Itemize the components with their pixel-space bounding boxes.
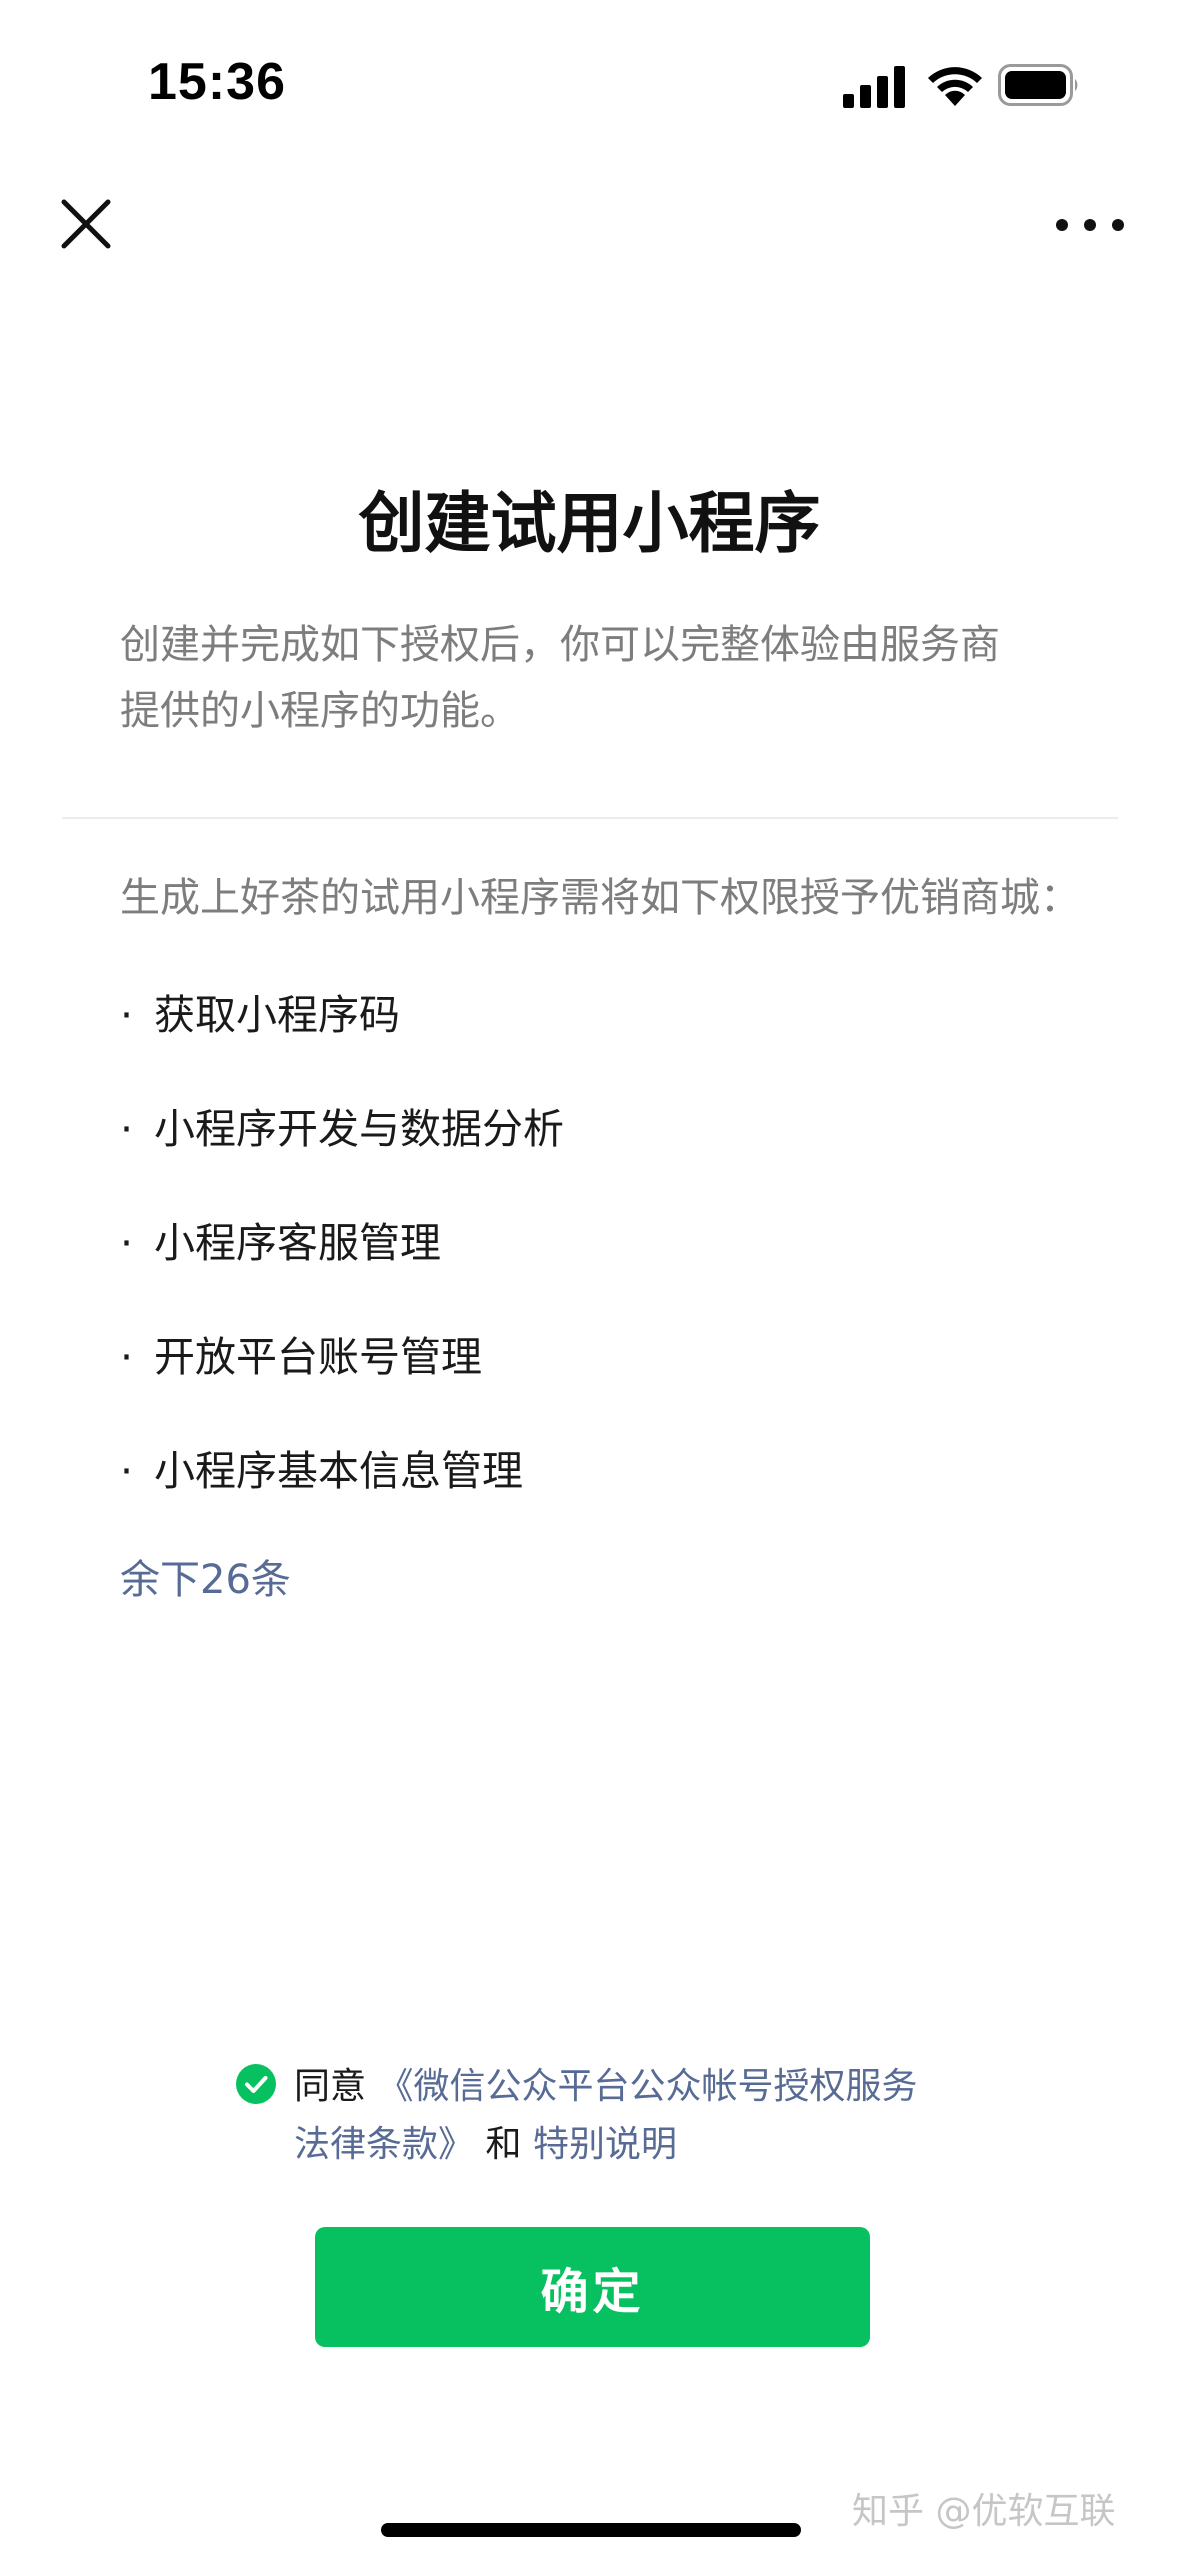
more-icon[interactable]: [1050, 200, 1130, 250]
permission-item: · 开放平台账号管理: [120, 1327, 1080, 1441]
intro-line: 提供的小程序的功能。: [120, 688, 520, 734]
wifi-icon: [928, 67, 982, 106]
close-icon[interactable]: [52, 190, 120, 258]
permission-label: 获取小程序码: [154, 991, 400, 1039]
agreement-line: 法律条款》 和 特别说明: [294, 2116, 994, 2174]
terms-link[interactable]: 法律条款》: [294, 2124, 474, 2165]
permission-label: 开放平台账号管理: [154, 1333, 482, 1381]
permission-intro: 生成上好茶的试用小程序需将如下权限授予优销商城：: [120, 875, 1080, 921]
agreement-line: 同意 《微信公众平台公众帐号授权服务: [294, 2058, 994, 2116]
agree-prefix: 同意: [294, 2066, 367, 2107]
divider: [62, 817, 1118, 819]
agree-joiner: 和: [485, 2124, 522, 2165]
agreement-text: 同意 《微信公众平台公众帐号授权服务 法律条款》 和 特别说明: [294, 2058, 994, 2174]
bullet: ·: [120, 1105, 134, 1153]
special-notice-link[interactable]: 特别说明: [533, 2124, 677, 2165]
home-indicator[interactable]: [381, 2523, 801, 2537]
watermark: 知乎 @优软互联: [852, 2491, 1116, 2532]
signal-icon: [843, 66, 905, 108]
permission-label: 小程序基本信息管理: [154, 1447, 523, 1495]
terms-link[interactable]: 《微信公众平台公众帐号授权服务: [377, 2066, 917, 2107]
permission-label: 小程序客服管理: [154, 1219, 441, 1267]
bullet: ·: [120, 1219, 134, 1267]
bullet: ·: [120, 991, 134, 1039]
intro-line: 创建并完成如下授权后，你可以完整体验由服务商: [120, 622, 1000, 668]
permission-list: · 获取小程序码 · 小程序开发与数据分析 · 小程序客服管理 · 开放平台账号管理 ·…: [120, 985, 1080, 1555]
battery-icon: [998, 64, 1078, 106]
intro-text: 创建并完成如下授权后，你可以完整体验由服务商 提供的小程序的功能。: [120, 612, 1080, 744]
permission-item: · 获取小程序码: [120, 985, 1080, 1099]
bullet: ·: [120, 1447, 134, 1495]
checkmark-icon[interactable]: [236, 2064, 276, 2104]
permission-item: · 小程序开发与数据分析: [120, 1099, 1080, 1213]
permission-label: 小程序开发与数据分析: [154, 1105, 564, 1153]
permission-item: · 小程序客服管理: [120, 1213, 1080, 1327]
status-time: 15:36: [148, 53, 286, 111]
more-permissions-link[interactable]: 余下26条: [120, 1550, 291, 1610]
page-title: 创建试用小程序: [358, 485, 821, 562]
confirm-button[interactable]: 确定: [315, 2227, 870, 2347]
bullet: ·: [120, 1333, 134, 1381]
permission-item: · 小程序基本信息管理: [120, 1441, 1080, 1555]
status-bar: 15:36: [0, 0, 1179, 150]
